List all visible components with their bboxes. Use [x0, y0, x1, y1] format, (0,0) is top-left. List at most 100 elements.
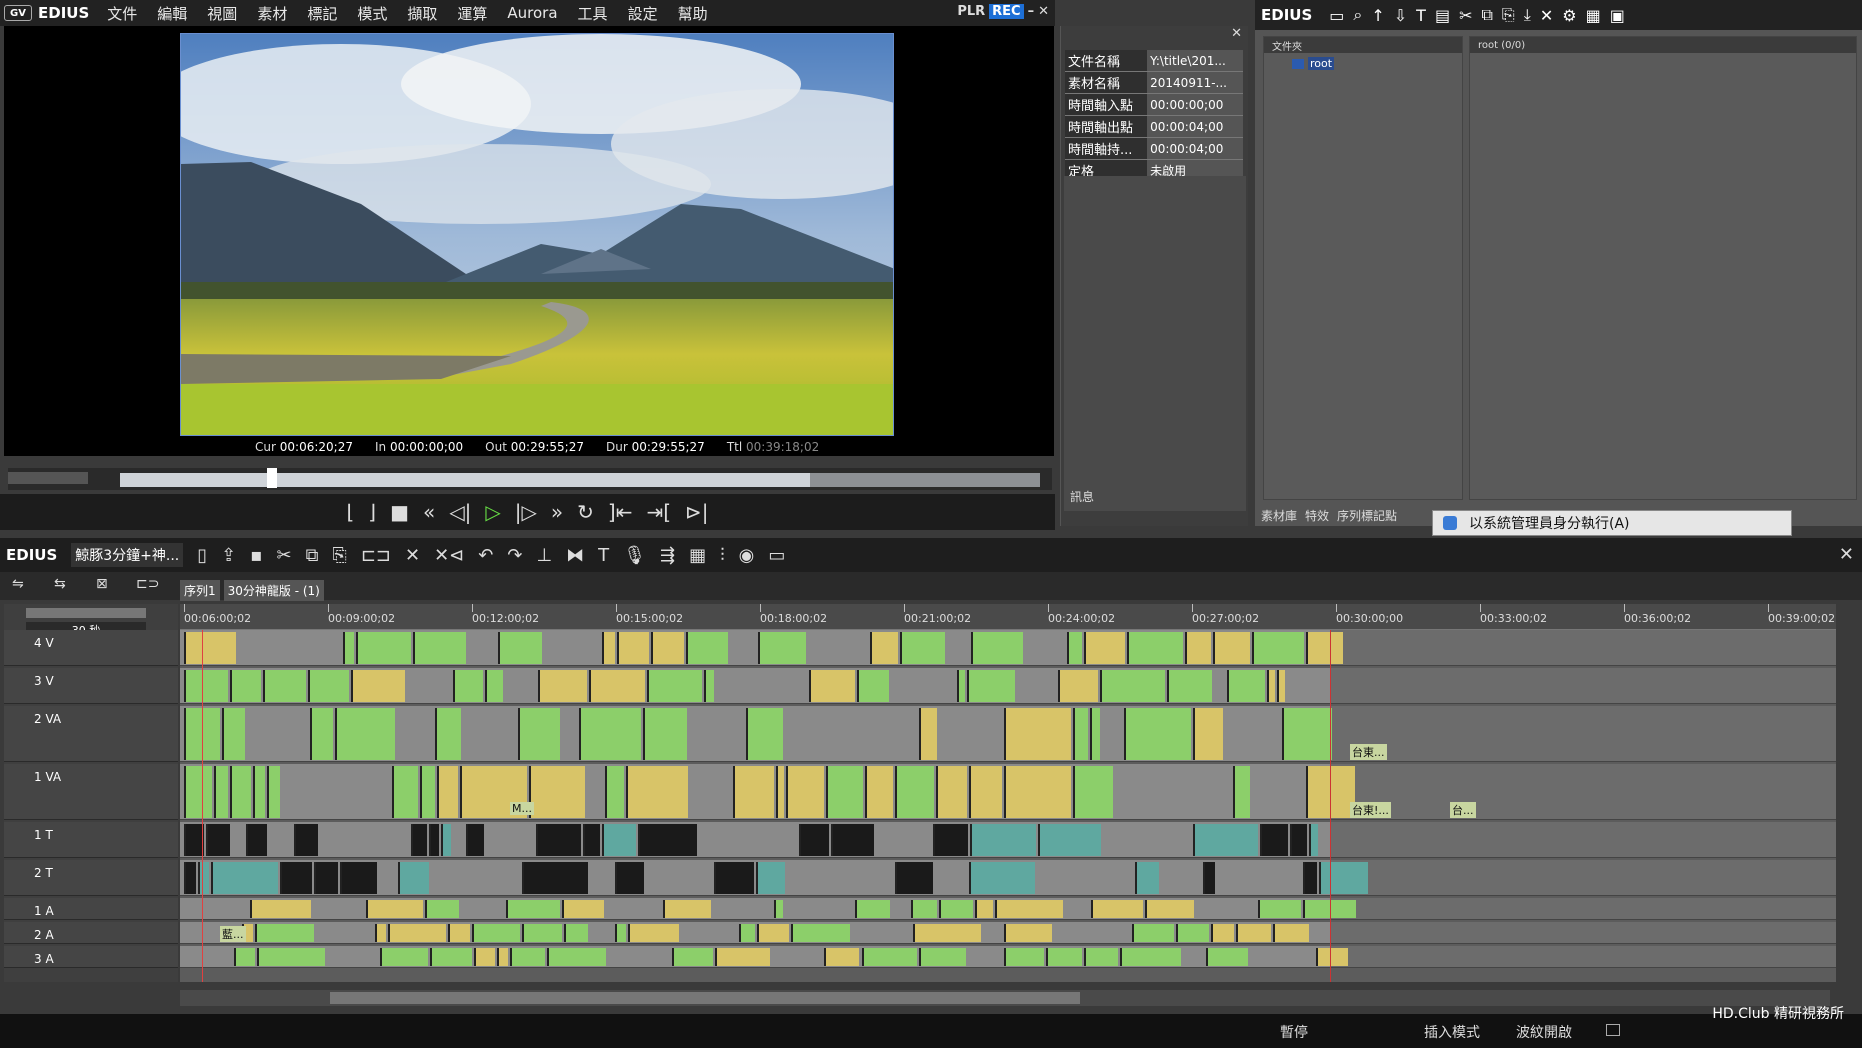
- timeline-clip[interactable]: [392, 766, 418, 818]
- set-out-icon[interactable]: ⌋: [368, 500, 376, 524]
- timeline-clip[interactable]: [967, 670, 1016, 702]
- timeline-clip[interactable]: [785, 766, 824, 818]
- timeline-clip[interactable]: [547, 948, 607, 966]
- timeline-clip[interactable]: [293, 824, 319, 856]
- timeline-clip[interactable]: [895, 862, 933, 894]
- menu-aurora[interactable]: Aurora: [507, 4, 557, 22]
- timeline-clip[interactable]: [245, 824, 268, 856]
- timeline-clip[interactable]: [861, 948, 917, 966]
- timeline-clip[interactable]: [856, 670, 890, 702]
- track-lane[interactable]: 台東...: [180, 706, 1836, 762]
- timeline-ruler[interactable]: 00:06:00;02 00:09:00;02 00:12:00;02 00:15:0…: [180, 604, 1836, 630]
- timeline-clip[interactable]: [1083, 632, 1125, 664]
- timeline-clip[interactable]: [1066, 632, 1082, 664]
- timeline-clip[interactable]: [957, 670, 966, 702]
- timeline-clip[interactable]: [255, 924, 315, 942]
- plr-label[interactable]: PLR: [957, 4, 985, 19]
- menu-marker[interactable]: 標記: [307, 3, 337, 24]
- timeline-clip[interactable]: [307, 670, 350, 702]
- timeline-clip[interactable]: [663, 900, 711, 918]
- timeline-clip[interactable]: [918, 948, 966, 966]
- timeline-clip[interactable]: [864, 766, 894, 818]
- edit-mode[interactable]: 插入模式: [1424, 1022, 1480, 1042]
- timeline-clip[interactable]: [919, 708, 938, 760]
- track-lane[interactable]: [180, 898, 1836, 920]
- timeline-clip[interactable]: [509, 948, 546, 966]
- ripple-delete-icon[interactable]: ✕⊲: [434, 545, 464, 566]
- scrub-track[interactable]: [120, 473, 1040, 487]
- timeline-clip[interactable]: [685, 632, 729, 664]
- match-frame-icon[interactable]: ⊳|: [685, 500, 709, 524]
- timeline-clip[interactable]: [870, 632, 899, 664]
- timeline-clip[interactable]: [1003, 766, 1072, 818]
- timeline-clip[interactable]: [229, 670, 262, 702]
- timeline-clip[interactable]: [562, 900, 604, 918]
- timeline-clip[interactable]: [646, 670, 702, 702]
- timeline-clip[interactable]: [935, 766, 968, 818]
- replace-icon[interactable]: ⊏⊐: [361, 545, 391, 566]
- menu-settings[interactable]: 設定: [628, 3, 658, 24]
- link-icon[interactable]: ⊏⊃: [136, 576, 159, 592]
- tab-effects[interactable]: 特效: [1305, 507, 1329, 524]
- timeline-clip[interactable]: [564, 924, 588, 942]
- timeline-clip[interactable]: [205, 824, 230, 856]
- paste-icon[interactable]: ⎘: [332, 545, 346, 566]
- timeline-clip[interactable]: [703, 670, 714, 702]
- timeline-clip[interactable]: [1266, 670, 1275, 702]
- copy-icon[interactable]: ⧉: [1481, 5, 1492, 25]
- fast-forward-icon[interactable]: »: [551, 500, 563, 524]
- track-lane[interactable]: M... 台東!... 台...: [180, 764, 1836, 820]
- timeline-clip[interactable]: [366, 900, 424, 918]
- timeline-clip[interactable]: [1302, 862, 1317, 894]
- timeline-clip[interactable]: [970, 632, 1024, 664]
- timeline-clip[interactable]: [671, 948, 714, 966]
- timeline-clip[interactable]: [257, 948, 325, 966]
- timeline-clip[interactable]: [428, 824, 439, 856]
- timeline-clip[interactable]: [582, 824, 601, 856]
- timeline-clip[interactable]: [517, 708, 561, 760]
- timeline-clip[interactable]: [643, 708, 688, 760]
- timeline-clip[interactable]: [932, 824, 969, 856]
- context-menu-item[interactable]: 以系統管理員身分執行(A): [1432, 510, 1792, 536]
- stop-icon[interactable]: ■: [390, 500, 409, 524]
- step-forward-icon[interactable]: |▷: [515, 500, 537, 524]
- timeline-clip[interactable]: [773, 900, 784, 918]
- menu-mode[interactable]: 模式: [357, 3, 387, 24]
- timeline-clip[interactable]: [579, 708, 642, 760]
- timeline-clip[interactable]: [184, 670, 228, 702]
- track-header[interactable]: 3 A: [4, 946, 178, 968]
- menu-view[interactable]: 視圖: [207, 3, 237, 24]
- timeline-clip[interactable]: [1004, 948, 1045, 966]
- timeline-clip[interactable]: [808, 670, 855, 702]
- timeline-clip[interactable]: [627, 924, 680, 942]
- mixer-icon[interactable]: ⫶: [720, 545, 725, 566]
- timeline-clip[interactable]: [939, 900, 973, 918]
- cut-icon[interactable]: ✂: [276, 545, 291, 566]
- timeline-clip[interactable]: [1192, 824, 1259, 856]
- timeline-clip[interactable]: [969, 766, 1002, 818]
- timeline-clip[interactable]: [452, 670, 484, 702]
- timeline-clip[interactable]: [419, 766, 436, 818]
- player-scrub-bar[interactable]: [8, 468, 1052, 490]
- mic-icon[interactable]: 🎙: [623, 545, 646, 566]
- timeline-clip[interactable]: [1232, 766, 1250, 818]
- timeline-clip[interactable]: [1205, 948, 1248, 966]
- timeline-clip[interactable]: [351, 670, 405, 702]
- ripple-icon[interactable]: ⇆: [54, 576, 66, 592]
- title-icon[interactable]: T: [1416, 6, 1426, 25]
- transition-icon[interactable]: ⧓: [566, 545, 584, 566]
- timeline-tracks[interactable]: 台東... M... 台東!... 台... 藍...: [180, 630, 1836, 982]
- timeline-clip[interactable]: [799, 824, 830, 856]
- timeline-clip[interactable]: [413, 632, 466, 664]
- timeline-clip[interactable]: [253, 766, 265, 818]
- timeline-clip[interactable]: [1073, 766, 1114, 818]
- title-icon[interactable]: T: [598, 545, 609, 566]
- export-icon[interactable]: ⇶: [660, 545, 675, 566]
- timeline-clip[interactable]: [1166, 670, 1213, 702]
- tab-sequence-2[interactable]: 30分神龍版 - (1): [223, 580, 324, 601]
- timeline-clip[interactable]: [1192, 708, 1224, 760]
- tab-bin[interactable]: 素材庫: [1261, 507, 1297, 524]
- timeline-clip[interactable]: [184, 862, 196, 894]
- timeline-clip[interactable]: [1308, 824, 1319, 856]
- timeline-clip[interactable]: [1175, 924, 1210, 942]
